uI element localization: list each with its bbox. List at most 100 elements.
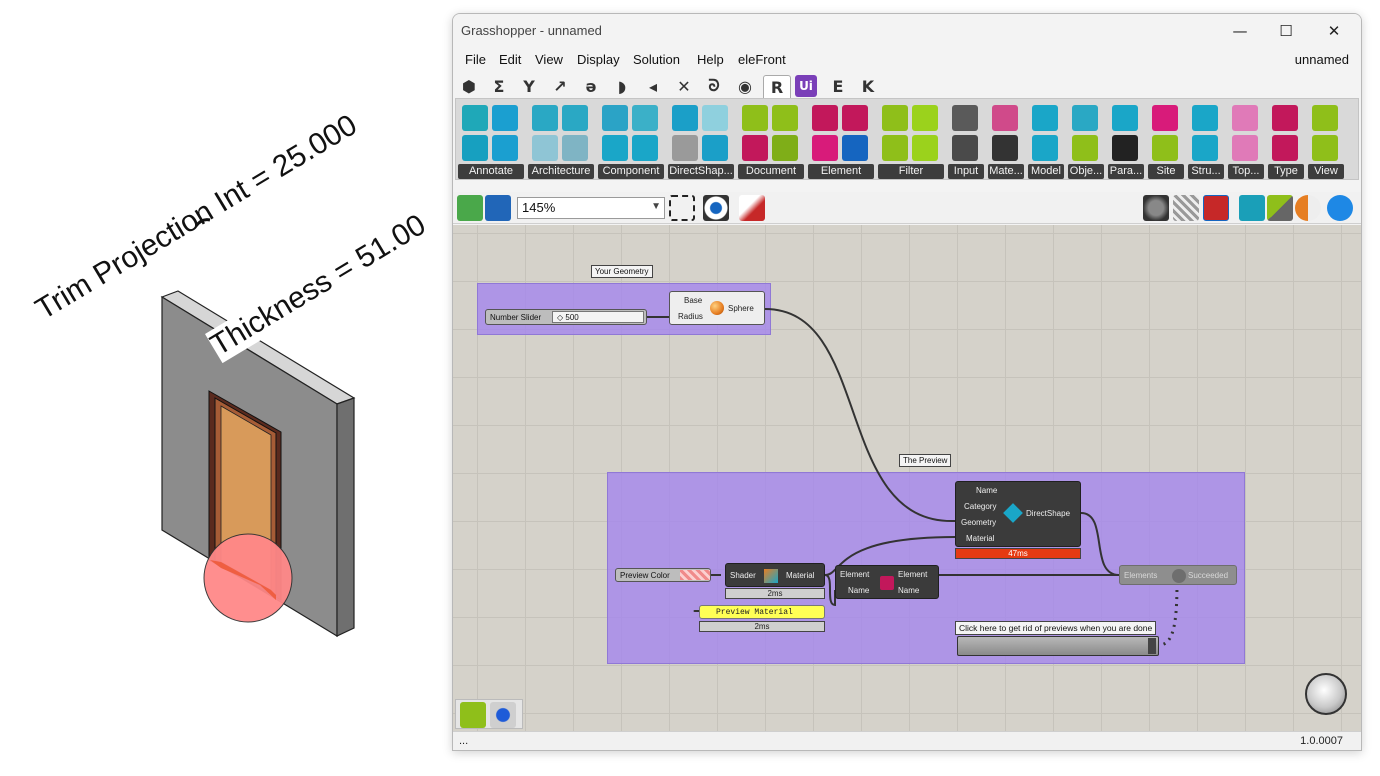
input-tool-icon[interactable] xyxy=(952,135,978,161)
directshape-tool-icon[interactable] xyxy=(672,135,698,161)
model-tool-icon[interactable] xyxy=(1032,135,1058,161)
document-tool-icon[interactable] xyxy=(742,105,768,131)
document-tool-icon[interactable] xyxy=(742,135,768,161)
tab-ui-icon[interactable]: Ui xyxy=(795,75,817,97)
site-tool-icon[interactable] xyxy=(1152,105,1178,131)
wireframe-preview-icon[interactable] xyxy=(1173,195,1199,221)
object-tool-icon[interactable] xyxy=(1072,135,1098,161)
directshape-tool-icon[interactable] xyxy=(702,105,728,131)
topology-tool-icon[interactable] xyxy=(1232,135,1258,161)
menu-help[interactable]: Help xyxy=(697,52,724,67)
navigation-ball[interactable] xyxy=(1305,673,1347,715)
tab-k-icon[interactable]: K xyxy=(857,75,879,97)
component-tool-icon[interactable] xyxy=(602,135,628,161)
view-tool-icon[interactable] xyxy=(1312,105,1338,131)
menu-view[interactable]: View xyxy=(535,52,563,67)
menu-solution[interactable]: Solution xyxy=(633,52,680,67)
shader-component[interactable]: Shader Material xyxy=(725,563,825,587)
preview-mode-icon[interactable] xyxy=(1143,195,1169,221)
view-tool-icon[interactable] xyxy=(1312,135,1338,161)
sketch-pen-icon[interactable] xyxy=(739,195,765,221)
material-tool-icon[interactable] xyxy=(992,105,1018,131)
sphere-component[interactable]: Base Radius Sphere xyxy=(669,291,765,325)
number-slider-track[interactable]: ◇ 500 xyxy=(552,311,644,323)
save-file-icon[interactable] xyxy=(485,195,511,221)
filter-tool-icon[interactable] xyxy=(882,135,908,161)
parameter-tool-icon[interactable] xyxy=(1112,135,1138,161)
input-tool-icon[interactable] xyxy=(952,105,978,131)
close-button[interactable]: ✕ xyxy=(1311,18,1357,44)
tab-mesh-icon[interactable]: ◂ xyxy=(642,75,664,97)
annotate-tool-icon[interactable] xyxy=(462,105,488,131)
tab-vector-icon[interactable]: ↗ xyxy=(549,75,571,97)
delete-elements-component[interactable]: Elements Succeeded xyxy=(1119,565,1237,585)
tab-curve-icon[interactable]: ә xyxy=(580,75,602,97)
preview-material-panel[interactable]: Preview Material xyxy=(699,605,825,619)
open-file-icon[interactable] xyxy=(457,195,483,221)
shaded-preview-icon[interactable] xyxy=(1203,195,1229,221)
tab-surface-icon[interactable]: ◗ xyxy=(611,75,633,97)
preview-eye-icon[interactable] xyxy=(703,195,729,221)
document-tool-icon[interactable] xyxy=(772,135,798,161)
grasshopper-canvas[interactable]: Your Geometry The Preview Number Slider xyxy=(453,225,1361,731)
document-preview-icon[interactable] xyxy=(1295,195,1321,221)
ribbon-group-site: Site xyxy=(1148,101,1184,179)
parameter-tool-icon[interactable] xyxy=(1112,105,1138,131)
menu-elefront[interactable]: eleFront xyxy=(738,52,786,67)
document-tool-icon[interactable] xyxy=(772,105,798,131)
material-tool-icon[interactable] xyxy=(992,135,1018,161)
structure-tool-icon[interactable] xyxy=(1192,105,1218,131)
zoom-extents-icon[interactable] xyxy=(669,195,695,221)
model-tool-icon[interactable] xyxy=(1032,105,1058,131)
tab-rhino-inside-revit-icon[interactable]: R xyxy=(763,75,791,99)
architecture-tool-icon[interactable] xyxy=(562,135,588,161)
tab-maths-icon[interactable]: Σ xyxy=(488,75,510,97)
element-tool-icon[interactable] xyxy=(842,105,868,131)
minimize-button[interactable]: — xyxy=(1217,18,1263,44)
cleanup-button[interactable] xyxy=(957,636,1159,656)
filter-tool-icon[interactable] xyxy=(912,135,938,161)
filter-tool-icon[interactable] xyxy=(912,105,938,131)
maximize-button[interactable]: ☐ xyxy=(1263,18,1309,44)
menu-file[interactable]: File xyxy=(465,52,486,67)
number-slider[interactable]: Number Slider ◇ 500 xyxy=(485,309,647,325)
zoom-dropdown[interactable]: 145% ▼ xyxy=(517,197,665,219)
tab-transform-icon[interactable]: ᘐ xyxy=(703,75,725,97)
type-tool-icon[interactable] xyxy=(1272,105,1298,131)
site-tool-icon[interactable] xyxy=(1152,135,1178,161)
tab-display-icon[interactable]: ◉ xyxy=(734,75,756,97)
architecture-tool-icon[interactable] xyxy=(532,135,558,161)
mesh-quality-icon[interactable] xyxy=(1267,195,1293,221)
annotate-tool-icon[interactable] xyxy=(462,135,488,161)
preview-settings-icon[interactable] xyxy=(1327,195,1353,221)
filter-tool-icon[interactable] xyxy=(882,105,908,131)
widget-icon[interactable] xyxy=(490,702,516,728)
annotate-tool-icon[interactable] xyxy=(492,135,518,161)
topology-tool-icon[interactable] xyxy=(1232,105,1258,131)
annotate-tool-icon[interactable] xyxy=(492,105,518,131)
component-tool-icon[interactable] xyxy=(632,105,658,131)
architecture-tool-icon[interactable] xyxy=(532,105,558,131)
directshape-tool-icon[interactable] xyxy=(702,135,728,161)
tab-sets-icon[interactable]: Y xyxy=(518,75,540,97)
widget-icon[interactable] xyxy=(460,702,486,728)
directshape-tool-icon[interactable] xyxy=(672,105,698,131)
component-tool-icon[interactable] xyxy=(602,105,628,131)
directshape-component[interactable]: Name Category Geometry Material DirectSh… xyxy=(955,481,1081,547)
menu-display[interactable]: Display xyxy=(577,52,620,67)
element-tool-icon[interactable] xyxy=(842,135,868,161)
tab-params-icon[interactable]: ⬢ xyxy=(458,75,480,97)
type-tool-icon[interactable] xyxy=(1272,135,1298,161)
tab-intersect-icon[interactable]: ✕ xyxy=(673,75,695,97)
architecture-tool-icon[interactable] xyxy=(562,105,588,131)
preview-color-swatch[interactable]: Preview Color xyxy=(615,568,711,582)
object-tool-icon[interactable] xyxy=(1072,105,1098,131)
element-tool-icon[interactable] xyxy=(812,105,838,131)
element-tool-icon[interactable] xyxy=(812,135,838,161)
component-tool-icon[interactable] xyxy=(632,135,658,161)
element-component[interactable]: Element Name Element Name xyxy=(835,565,939,599)
tab-e-icon[interactable]: E xyxy=(827,75,849,97)
selected-only-preview-icon[interactable] xyxy=(1239,195,1265,221)
structure-tool-icon[interactable] xyxy=(1192,135,1218,161)
menu-edit[interactable]: Edit xyxy=(499,52,521,67)
